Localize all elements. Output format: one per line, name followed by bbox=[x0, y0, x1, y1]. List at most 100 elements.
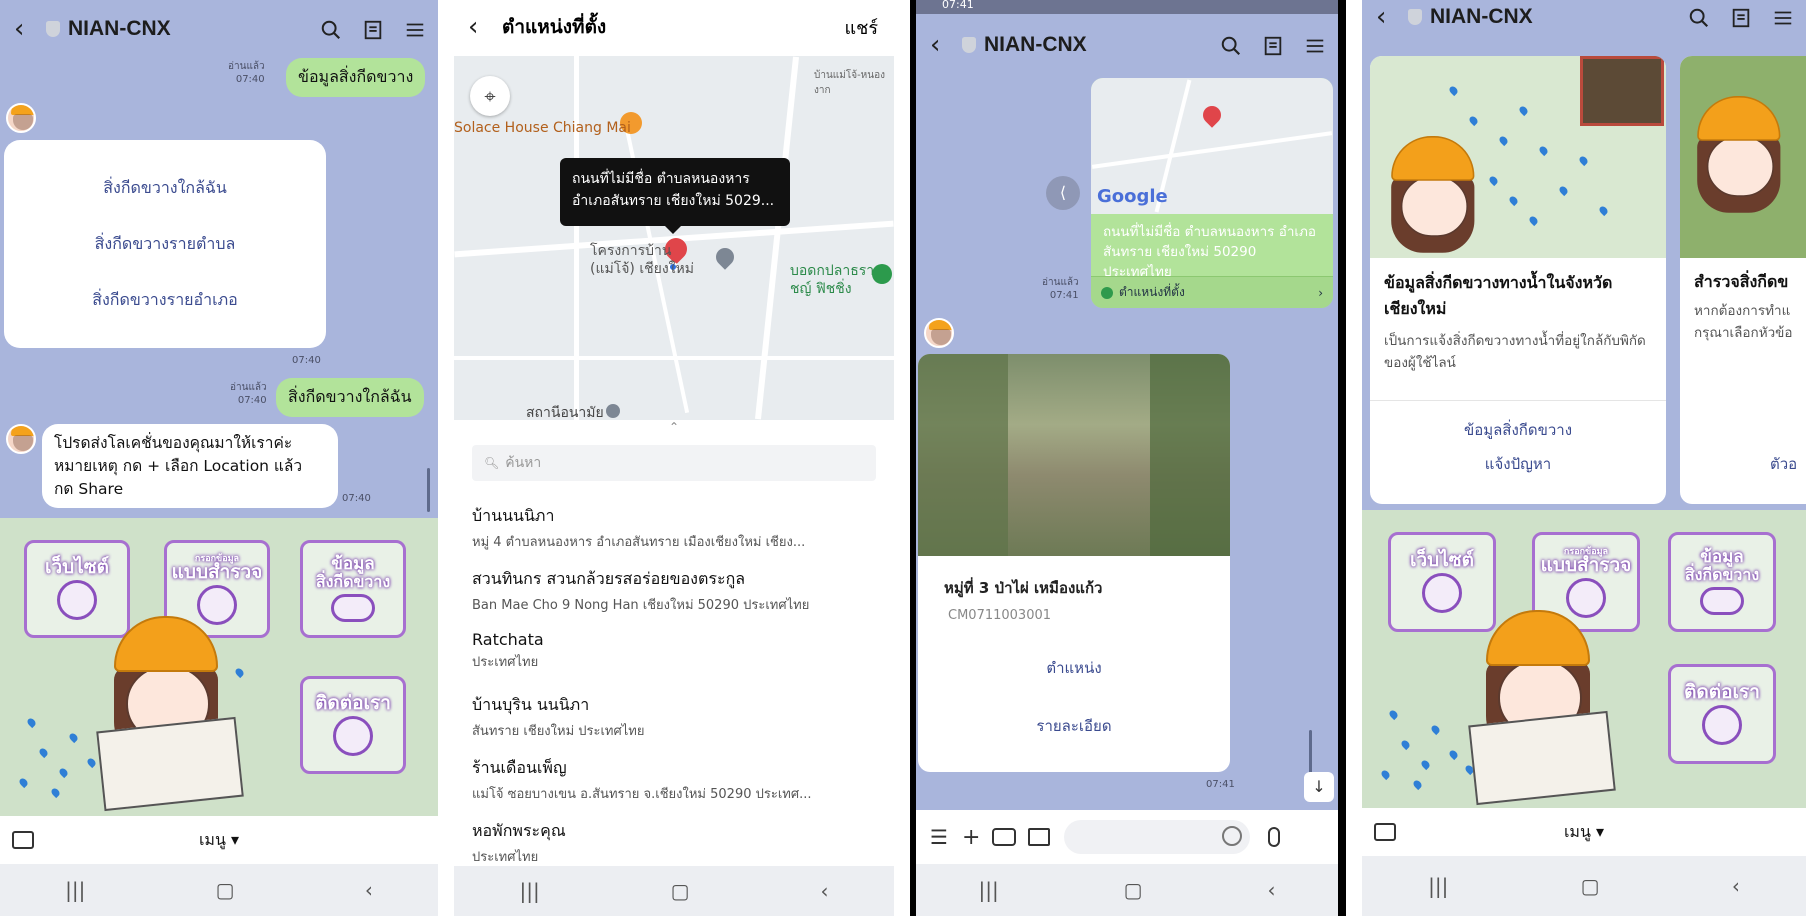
back-icon[interactable]: ‹ bbox=[365, 878, 373, 902]
location-marker-icon bbox=[1101, 286, 1113, 299]
place-list-item[interactable]: หอพักพระคุณ ประเทศไทย bbox=[472, 819, 876, 867]
back-arrow-icon[interactable]: ‹ bbox=[930, 32, 952, 58]
search-icon[interactable] bbox=[320, 19, 341, 40]
richmenu-toggle[interactable]: เมนู ▾ bbox=[1564, 820, 1604, 845]
location-address: ถนนที่ไม่มีชื่อ ตำบลหนองหาร อำเภอสันทราย… bbox=[1103, 224, 1317, 280]
message-text-input[interactable] bbox=[1064, 820, 1251, 854]
drag-handle-icon[interactable]: ⌃ bbox=[454, 420, 894, 440]
home-icon[interactable]: ▢ bbox=[671, 879, 690, 903]
bridge-icon bbox=[1700, 587, 1744, 615]
search-icon[interactable] bbox=[1220, 35, 1241, 56]
mascot-illustration bbox=[1380, 136, 1500, 258]
notes-icon[interactable] bbox=[362, 19, 382, 40]
hamburger-menu-icon[interactable] bbox=[404, 19, 424, 39]
scrollbar[interactable] bbox=[1309, 730, 1312, 776]
message-meta: อ่านแล้ว 07:40 bbox=[230, 382, 267, 406]
menu-option-subdistrict[interactable]: สิ่งกีดขวางรายตำบล bbox=[4, 232, 326, 257]
share-icon[interactable]: ⟨ bbox=[1046, 176, 1080, 210]
scroll-down-icon[interactable]: ↓ bbox=[1304, 772, 1334, 802]
card-link-obstacle-data[interactable]: ข้อมูลสิ่งกีดขวาง bbox=[1370, 418, 1666, 442]
home-icon[interactable]: ▢ bbox=[1581, 874, 1600, 898]
recent-apps-icon[interactable]: ||| bbox=[519, 879, 539, 903]
recent-apps-icon[interactable]: ||| bbox=[978, 878, 998, 902]
map-label: บอดกปลาธรา ชญ์ ฟิชชิ่ง bbox=[790, 263, 875, 297]
back-arrow-icon[interactable]: ‹ bbox=[1376, 4, 1398, 30]
card-link-report[interactable]: แจ้งปัญหา bbox=[1370, 452, 1666, 476]
notes-icon[interactable] bbox=[1262, 35, 1282, 56]
recent-apps-icon[interactable]: ||| bbox=[65, 878, 85, 902]
back-icon[interactable]: ‹ bbox=[1732, 874, 1740, 898]
bot-avatar[interactable] bbox=[6, 424, 36, 454]
keyboard-icon[interactable] bbox=[1374, 823, 1396, 841]
bot-avatar[interactable] bbox=[6, 103, 36, 133]
home-icon[interactable]: ▢ bbox=[216, 878, 235, 902]
menu-option-district[interactable]: สิ่งกีดขวางรายอำเภอ bbox=[4, 288, 326, 313]
card-link-location[interactable]: ตำแหน่ง bbox=[918, 656, 1230, 680]
camera-icon[interactable] bbox=[992, 828, 1017, 846]
location-footer[interactable]: ตำแหน่งที่ตั้ง › bbox=[1091, 276, 1333, 308]
card-description: หากต้องการทำแ กรุณาเลือกหัวข้อ bbox=[1694, 303, 1793, 341]
photo-inset bbox=[1580, 56, 1664, 126]
richmenu-obstacle-button[interactable]: ข้อมูล สิ่งกีดขวาง bbox=[300, 540, 406, 638]
smiley-icon[interactable] bbox=[1222, 826, 1243, 846]
search-icon[interactable] bbox=[1688, 7, 1709, 28]
richmenu-contact-button[interactable]: ติดต่อเรา bbox=[300, 676, 406, 774]
image-icon[interactable] bbox=[1028, 828, 1051, 846]
chat-header: ‹ NIAN-CNX bbox=[0, 0, 438, 58]
place-list-item[interactable]: ร้านเดือนเพ็ญ แม่โจ้ ซอยบางเขน อ.สันทราย … bbox=[472, 756, 876, 804]
search-icon: 🔍︎ bbox=[484, 456, 500, 470]
android-nav-bar: ||| ▢ ‹ bbox=[454, 866, 894, 916]
card-title: สำรวจสิ่งกีดข bbox=[1694, 272, 1789, 291]
keyboard-icon[interactable] bbox=[12, 831, 34, 849]
card-map-image[interactable] bbox=[1370, 56, 1666, 258]
obstacle-photo[interactable] bbox=[918, 354, 1230, 556]
globe-icon bbox=[57, 579, 97, 620]
notes-icon[interactable] bbox=[1730, 7, 1750, 28]
place-list-item[interactable]: Ratchata ประเทศไทย bbox=[472, 630, 876, 672]
place-list-item[interactable]: บ้านบุริน นนนิภา สันทราย เชียงใหม่ ประเทศ… bbox=[472, 693, 876, 741]
microphone-icon[interactable] bbox=[1268, 827, 1281, 847]
share-button[interactable]: แชร์ bbox=[845, 13, 879, 42]
sent-message: ข้อมูลสิ่งกีดขวาง bbox=[286, 58, 426, 97]
carousel-card: ข้อมูลสิ่งกีดขวางทางน้ำในจังหวัดเชียงใหม… bbox=[1370, 56, 1666, 504]
hamburger-menu-icon[interactable] bbox=[1304, 35, 1324, 55]
chat-header: ‹ NIAN-CNX bbox=[916, 16, 1338, 74]
back-arrow-icon[interactable]: ‹ bbox=[14, 16, 36, 42]
hamburger-menu-icon[interactable]: ☰ bbox=[930, 825, 948, 849]
poi-grey-icon bbox=[606, 404, 620, 418]
card-link[interactable]: ตัวอ bbox=[1770, 452, 1797, 476]
card-title: ข้อมูลสิ่งกีดขวางทางน้ำในจังหวัดเชียงใหม… bbox=[1384, 273, 1613, 318]
map-label: โครงการบ้าน (แม่โจ้) เชียงใหม่ bbox=[590, 243, 694, 277]
place-list-item[interactable]: สวนทินกร สวนกล้วยรสอร่อยของตระกูล Ban Mae… bbox=[472, 567, 876, 615]
place-list-item[interactable]: บ้านนนนิภา หมู่ 4 ตำบลหนองหาร อำเภอสันทรา… bbox=[472, 504, 876, 552]
hamburger-menu-icon[interactable] bbox=[1772, 7, 1792, 27]
richmenu-contact-button[interactable]: ติดต่อเรา bbox=[1668, 664, 1776, 764]
mascot-illustration bbox=[1686, 96, 1806, 248]
message-meta: อ่านแล้ว 07:40 bbox=[228, 61, 265, 85]
chevron-right-icon: › bbox=[1318, 285, 1323, 300]
place-marker-icon bbox=[712, 244, 738, 270]
map-view[interactable]: ⌖ Solace House Chiang Mai บ้านแม่โจ้-หนอ… bbox=[454, 56, 894, 420]
scrollbar[interactable] bbox=[427, 468, 430, 512]
back-icon[interactable]: ‹ bbox=[821, 879, 829, 903]
card-code: CM0711003001 bbox=[948, 608, 1052, 623]
plus-icon[interactable]: + bbox=[962, 825, 980, 850]
bot-avatar[interactable] bbox=[924, 318, 954, 348]
address-tooltip[interactable]: ถนนที่ไม่มีชื่อ ตำบลหนองหาร อำเภอสันทราย… bbox=[560, 158, 790, 226]
menu-bar: เมนู ▾ bbox=[0, 816, 438, 864]
richmenu-obstacle-button[interactable]: ข้อมูล สิ่งกีดขวาง bbox=[1668, 532, 1776, 632]
home-icon[interactable]: ▢ bbox=[1124, 878, 1143, 902]
recent-apps-icon[interactable]: ||| bbox=[1428, 874, 1448, 898]
mascot-illustration bbox=[96, 616, 250, 812]
menu-option-nearby[interactable]: สิ่งกีดขวางใกล้ฉัน bbox=[4, 176, 326, 201]
location-message[interactable]: Google ถนนที่ไม่มีชื่อ ตำบลหนองหาร อำเภอ… bbox=[1091, 78, 1333, 308]
locate-me-icon[interactable]: ⌖ bbox=[470, 76, 510, 116]
back-icon[interactable]: ‹ bbox=[1268, 878, 1276, 902]
back-arrow-icon[interactable]: ‹ bbox=[468, 14, 490, 40]
richmenu-toggle[interactable]: เมนู ▾ bbox=[199, 828, 239, 853]
card-link-detail[interactable]: รายละเอียด bbox=[918, 714, 1230, 738]
place-search-input[interactable]: 🔍︎ ค้นหา bbox=[472, 445, 876, 481]
poi-green-icon bbox=[872, 264, 892, 284]
card-image[interactable] bbox=[1680, 56, 1806, 258]
phone-chat-1: ‹ NIAN-CNX อ่านแล้ว 07:40 ข้อมูลสิ่งกีดขว… bbox=[0, 0, 438, 916]
